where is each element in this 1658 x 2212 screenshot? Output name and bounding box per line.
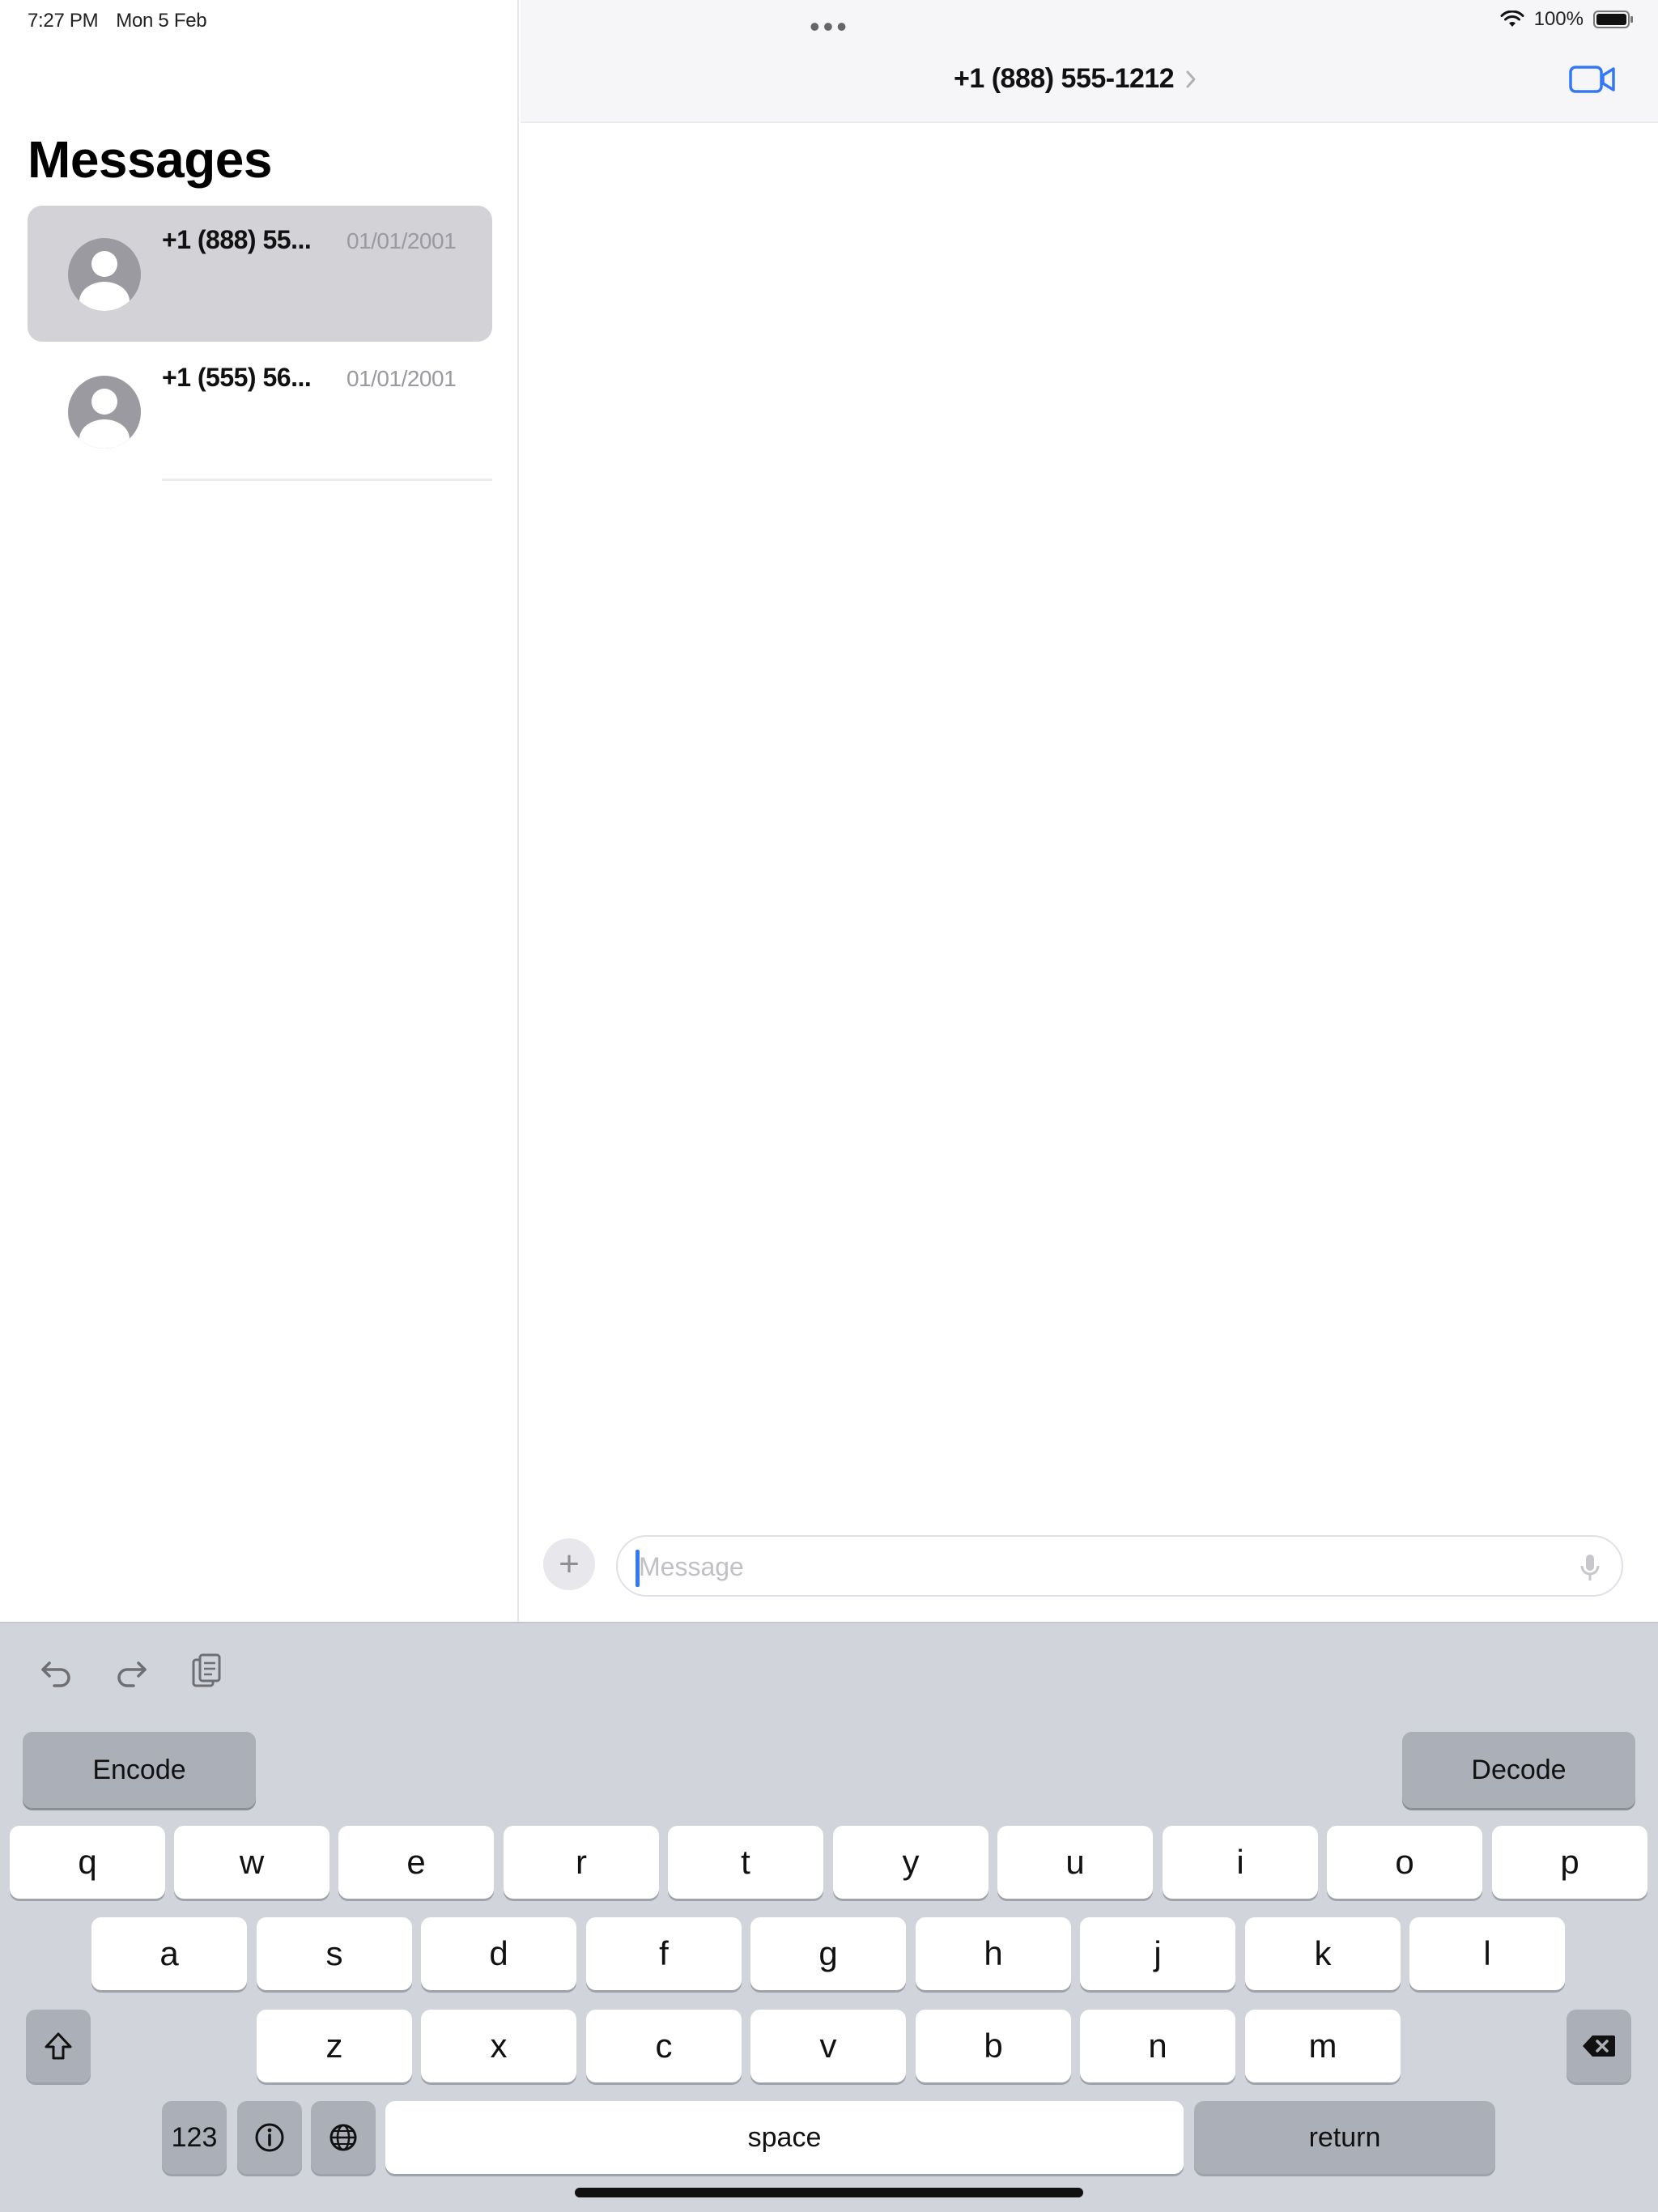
message-field[interactable] (616, 1535, 1623, 1597)
key-z[interactable]: z (257, 2010, 412, 2082)
conversation-list: +1 (888) 55... 01/01/2001 +1 (555) 56...… (28, 206, 492, 481)
key-s[interactable]: s (257, 1917, 412, 1990)
key-l[interactable]: l (1409, 1917, 1565, 1990)
conversation-date: 01/01/2001 (346, 366, 457, 391)
row-separator (162, 479, 492, 481)
key-g[interactable]: g (750, 1917, 906, 1990)
delete-key[interactable] (1567, 2010, 1631, 2082)
key-p[interactable]: p (1492, 1826, 1647, 1899)
key-q[interactable]: q (10, 1826, 165, 1899)
key-u[interactable]: u (997, 1826, 1153, 1899)
wifi-icon (1500, 11, 1524, 27)
video-call-icon[interactable] (1569, 65, 1616, 94)
numbers-key[interactable]: 123 (162, 2101, 227, 2174)
avatar-icon (68, 238, 141, 311)
contact-title[interactable]: +1 (888) 555-1212 (954, 63, 1197, 95)
message-composer: + (521, 1522, 1658, 1611)
conversation-date: 01/01/2001 (346, 228, 457, 253)
shift-key[interactable] (26, 2010, 91, 2082)
key-j[interactable]: j (1080, 1917, 1235, 1990)
key-h[interactable]: h (916, 1917, 1071, 1990)
status-bar-right: 100% (1500, 8, 1634, 31)
return-key[interactable]: return (1194, 2101, 1495, 2174)
battery-icon (1593, 11, 1633, 28)
keyboard-toolbar (32, 1648, 230, 1696)
conversation-name: +1 (555) 56... (162, 363, 312, 392)
delete-icon (1583, 2035, 1615, 2057)
info-key[interactable] (237, 2101, 302, 2174)
paste-button[interactable] (181, 1648, 230, 1696)
key-t[interactable]: t (668, 1826, 823, 1899)
key-i[interactable]: i (1163, 1826, 1318, 1899)
key-a[interactable]: a (91, 1917, 247, 1990)
page-title: Messages (28, 130, 272, 189)
chevron-right-icon (1186, 70, 1196, 87)
info-icon (255, 2123, 284, 2152)
key-k[interactable]: k (1245, 1917, 1401, 1990)
key-n[interactable]: n (1080, 2010, 1235, 2082)
globe-key[interactable] (311, 2101, 376, 2174)
encode-button[interactable]: Encode (23, 1732, 256, 1808)
battery-percent: 100% (1533, 8, 1584, 30)
redo-button[interactable] (107, 1648, 155, 1696)
conversation-item-1[interactable]: +1 (555) 56... 01/01/2001 (28, 343, 492, 481)
undo-icon (41, 1661, 70, 1687)
conversation-name: +1 (888) 55... (162, 225, 312, 254)
status-date: Mon 5 Feb (116, 10, 207, 32)
space-key[interactable]: space (385, 2101, 1184, 2174)
key-r[interactable]: r (504, 1826, 659, 1899)
key-d[interactable]: d (421, 1917, 576, 1990)
message-input[interactable] (639, 1545, 1545, 1589)
globe-icon (329, 2124, 357, 2151)
undo-button[interactable] (32, 1648, 81, 1696)
key-v[interactable]: v (750, 2010, 906, 2082)
key-m[interactable]: m (1245, 2010, 1401, 2082)
microphone-icon[interactable] (1579, 1553, 1601, 1584)
key-e[interactable]: e (338, 1826, 494, 1899)
key-b[interactable]: b (916, 2010, 1071, 2082)
avatar-icon (68, 376, 141, 449)
key-o[interactable]: o (1327, 1826, 1482, 1899)
conversation-item-0[interactable]: +1 (888) 55... 01/01/2001 (28, 206, 492, 342)
paste-icon (192, 1653, 221, 1687)
sidebar: 7:27 PM Mon 5 Feb Messages +1 (888) 55..… (0, 0, 519, 1622)
key-f[interactable]: f (586, 1917, 742, 1990)
key-w[interactable]: w (174, 1826, 329, 1899)
screen: 7:27 PM Mon 5 Feb Messages +1 (888) 55..… (0, 0, 1658, 2212)
attach-button[interactable]: + (543, 1538, 595, 1590)
key-y[interactable]: y (833, 1826, 988, 1899)
redo-icon (117, 1661, 147, 1687)
keyboard: Encode Decode q w e r t y u i o p a s d … (0, 1622, 1658, 2212)
contact-number: +1 (888) 555-1212 (954, 63, 1175, 94)
decode-button[interactable]: Decode (1402, 1732, 1635, 1808)
key-c[interactable]: c (586, 2010, 742, 2082)
shift-icon (45, 2032, 72, 2060)
status-time: 7:27 PM (28, 10, 99, 32)
status-bar-left: 7:27 PM Mon 5 Feb (28, 10, 207, 32)
multitask-handle[interactable]: ••• (810, 10, 850, 44)
detail-header: ••• 100% +1 (888) 555-1212 (521, 0, 1658, 123)
key-x[interactable]: x (421, 2010, 576, 2082)
conversation-detail: ••• 100% +1 (888) 555-1212 + Message (521, 0, 1658, 1622)
home-indicator[interactable] (575, 2188, 1083, 2197)
